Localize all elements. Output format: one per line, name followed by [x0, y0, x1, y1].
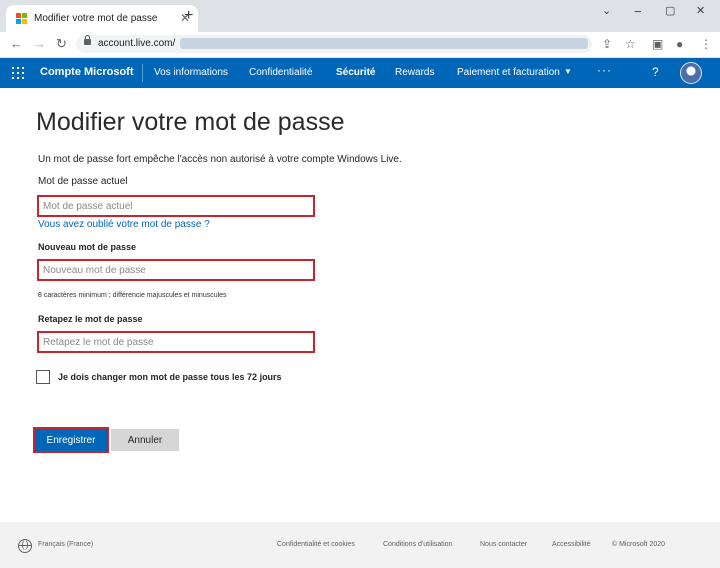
share-icon[interactable]: ⇪: [602, 37, 612, 51]
bookmark-star-icon[interactable]: ☆: [625, 37, 636, 51]
header-divider: [142, 64, 143, 82]
app-launcher-icon[interactable]: [12, 67, 24, 79]
more-icon[interactable]: ···: [597, 63, 612, 77]
globe-icon: [18, 539, 32, 553]
browser-menu-icon[interactable]: ⋮: [700, 37, 712, 51]
language-selector[interactable]: Français (France): [38, 541, 93, 548]
footer-link-privacy[interactable]: Confidentialité et cookies: [277, 541, 355, 548]
intro-text: Un mot de passe fort empêche l'accès non…: [38, 154, 402, 165]
password-hint: 8 caractères minimum ; différencie majus…: [38, 292, 227, 299]
new-tab-icon[interactable]: +: [184, 7, 193, 25]
tab-search-icon[interactable]: ⌄: [602, 4, 611, 17]
side-panel-icon[interactable]: ▣: [652, 37, 663, 51]
nav-item-vos-informations[interactable]: Vos informations: [154, 67, 228, 78]
minimize-icon[interactable]: −: [634, 4, 642, 19]
forgot-password-link[interactable]: Vous avez oublié votre mot de passe ?: [38, 219, 210, 230]
new-password-label: Nouveau mot de passe: [38, 242, 137, 252]
tab-title: Modifier votre mot de passe: [34, 13, 158, 24]
footer-link-accessibility[interactable]: Accessibilité: [552, 541, 591, 548]
url-redacted-area: [180, 38, 588, 49]
lock-icon: [84, 35, 91, 45]
new-password-input[interactable]: [37, 259, 315, 281]
window-close-icon[interactable]: ✕: [696, 4, 705, 17]
help-icon[interactable]: ?: [652, 65, 659, 79]
footer-copyright: © Microsoft 2020: [612, 541, 666, 548]
nav-item-securite[interactable]: Sécurité: [336, 67, 375, 78]
avatar[interactable]: [680, 62, 702, 84]
back-arrow-icon[interactable]: ←: [10, 36, 23, 51]
retype-password-label: Retapez le mot de passe: [38, 314, 143, 324]
maximize-icon[interactable]: ▢: [665, 4, 675, 17]
brand-title[interactable]: Compte Microsoft: [40, 66, 134, 78]
cancel-button[interactable]: Annuler: [111, 429, 179, 451]
ms-account-header: Compte Microsoft Vos informations Confid…: [0, 58, 720, 88]
nav-item-paiement[interactable]: Paiement et facturation: [457, 67, 560, 78]
browser-toolbar: ← → ↻ account.live.com/ ⇪ ☆ ▣ ● ⋮: [0, 32, 720, 58]
url-text: account.live.com/: [98, 38, 176, 49]
footer: Français (France) Confidentialité et coo…: [0, 522, 720, 568]
page-title: Modifier votre mot de passe: [36, 108, 345, 136]
expire-password-checkbox[interactable]: [36, 370, 50, 384]
nav-item-rewards[interactable]: Rewards: [395, 67, 434, 78]
nav-item-confidentialite[interactable]: Confidentialité: [249, 67, 312, 78]
current-password-input[interactable]: [37, 195, 315, 217]
chevron-down-icon[interactable]: ▼: [564, 67, 572, 76]
footer-link-contact[interactable]: Nous contacter: [480, 541, 527, 548]
browser-tab-bar: Modifier votre mot de passe ✕ + ⌄ − ▢ ✕: [0, 0, 720, 32]
current-password-label: Mot de passe actuel: [38, 176, 128, 187]
footer-link-terms[interactable]: Conditions d'utilisation: [383, 541, 452, 548]
retype-password-input[interactable]: [37, 331, 315, 353]
reload-icon[interactable]: ↻: [56, 36, 67, 52]
save-button[interactable]: Enregistrer: [35, 429, 107, 451]
browser-tab[interactable]: Modifier votre mot de passe ✕: [6, 5, 198, 32]
forward-arrow-icon[interactable]: →: [33, 36, 46, 51]
expire-password-label: Je dois changer mon mot de passe tous le…: [58, 372, 282, 382]
microsoft-logo-icon: [16, 13, 27, 24]
address-bar[interactable]: account.live.com/: [76, 35, 592, 53]
profile-icon[interactable]: ●: [676, 37, 683, 51]
